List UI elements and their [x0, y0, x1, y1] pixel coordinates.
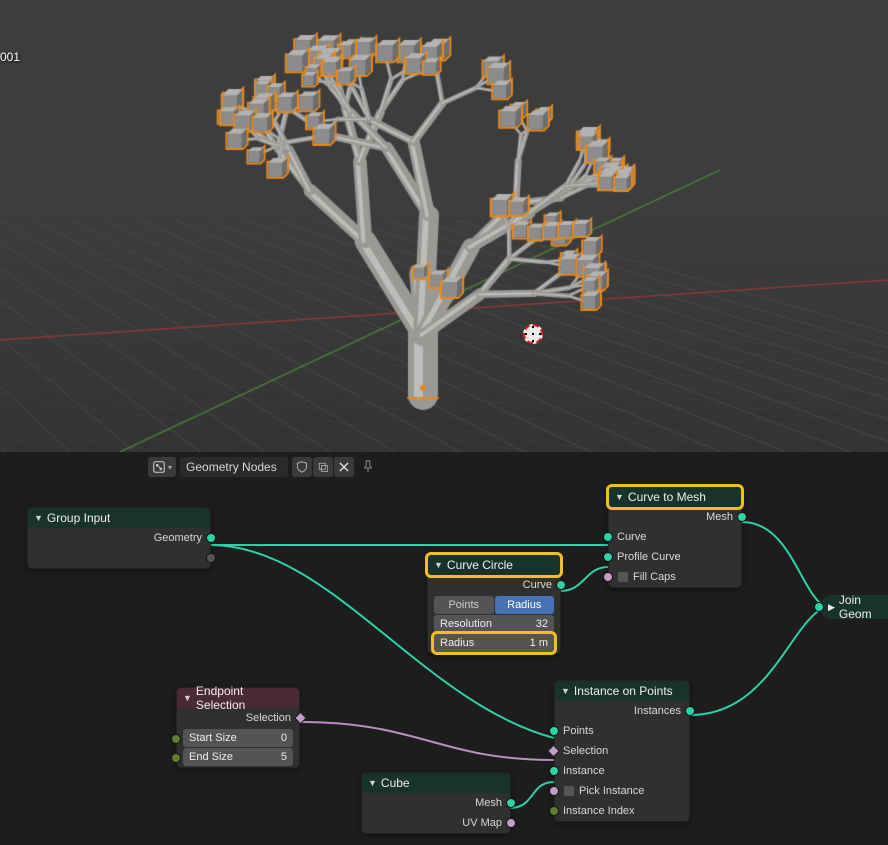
socket-geometry-in[interactable] — [814, 602, 824, 612]
socket-selection-in[interactable] — [547, 745, 560, 758]
input-profile-curve: Profile Curve — [609, 547, 741, 567]
node-header[interactable]: ▼ Curve Circle — [428, 555, 560, 575]
mode-radius-button[interactable]: Radius — [495, 596, 555, 614]
socket-curve-in[interactable] — [603, 532, 613, 542]
start-size-field[interactable]: Start Size 0 — [183, 729, 293, 747]
viewport-3d[interactable]: 001 — [0, 0, 888, 452]
socket-fillcaps-in[interactable] — [603, 572, 613, 582]
socket-selection-out[interactable] — [294, 712, 307, 725]
input-fill-caps: Fill Caps — [609, 567, 741, 587]
socket-instanceindex-in[interactable] — [549, 806, 559, 816]
input-curve: Curve — [609, 527, 741, 547]
output-selection: Selection — [177, 708, 299, 728]
node-instance-on-points[interactable]: ▼ Instance on Points Instances Points Se… — [554, 680, 690, 822]
node-header[interactable]: ▼ Group Input — [28, 508, 210, 528]
node-group-input[interactable]: ▼ Group Input Geometry — [27, 507, 211, 569]
socket-geometry-out[interactable] — [206, 533, 216, 543]
socket-mesh-out[interactable] — [737, 512, 747, 522]
socket-points-in[interactable] — [549, 726, 559, 736]
input-pick-instance: Pick Instance — [555, 781, 689, 801]
object-label: 001 — [0, 50, 20, 64]
node-title: Group Input — [47, 511, 110, 525]
node-editor[interactable]: ▾ ▼ Group Input Geometry — [0, 452, 888, 845]
close-icon — [339, 462, 349, 472]
unlink-nodetree-button[interactable] — [334, 457, 354, 477]
editor-type-dropdown[interactable]: ▾ — [148, 457, 176, 477]
pin-toggle[interactable] — [358, 457, 378, 477]
chevron-down-icon: ▼ — [561, 686, 570, 696]
node-editor-header: ▾ — [0, 452, 888, 482]
node-title: Join Geom — [839, 593, 878, 621]
socket-pickinstance-in[interactable] — [549, 786, 559, 796]
output-extend — [28, 548, 210, 568]
cursor-3d-icon — [523, 324, 543, 344]
node-join-geometry[interactable]: ▶ Join Geom — [820, 595, 888, 619]
resolution-field[interactable]: Resolution 32 — [434, 615, 554, 633]
output-curve: Curve — [428, 575, 560, 595]
node-endpoint-selection[interactable]: ▼ Endpoint Selection Selection Start Siz… — [176, 687, 300, 768]
input-selection: Selection — [555, 741, 689, 761]
input-instance-index: Instance Index — [555, 801, 689, 821]
fake-user-toggle[interactable] — [292, 457, 312, 477]
nodetree-name-input[interactable] — [180, 457, 288, 477]
chevron-down-icon: ▼ — [615, 492, 624, 502]
input-instance: Instance — [555, 761, 689, 781]
output-uvmap: UV Map — [362, 813, 510, 833]
socket-profile-in[interactable] — [603, 552, 613, 562]
node-title: Instance on Points — [574, 684, 673, 698]
socket-instance-in[interactable] — [549, 766, 559, 776]
output-instances: Instances — [555, 701, 689, 721]
socket-extend[interactable] — [206, 553, 216, 563]
input-points: Points — [555, 721, 689, 741]
chevron-down-icon: ▼ — [368, 778, 377, 788]
node-tree-icon — [152, 460, 166, 474]
socket-curve-out[interactable] — [556, 580, 566, 590]
pin-icon — [361, 460, 375, 474]
chevron-down-icon: ▼ — [183, 693, 192, 703]
node-curve-circle[interactable]: ▼ Curve Circle Curve Points Radius Resol… — [427, 554, 561, 654]
node-title: Cube — [381, 776, 410, 790]
socket-end-size-in[interactable] — [171, 753, 181, 763]
socket-start-size-in[interactable] — [171, 734, 181, 744]
node-header[interactable]: ▼ Endpoint Selection — [177, 688, 299, 708]
socket-uvmap-out[interactable] — [506, 818, 516, 828]
duplicate-nodetree-button[interactable] — [313, 457, 333, 477]
radius-field[interactable]: Radius 1 m — [434, 634, 554, 652]
socket-instances-out[interactable] — [685, 706, 695, 716]
chevron-right-icon: ▶ — [828, 602, 835, 613]
mode-points-button[interactable]: Points — [434, 596, 494, 614]
output-mesh: Mesh — [609, 507, 741, 527]
node-cube[interactable]: ▼ Cube Mesh UV Map — [361, 772, 511, 834]
chevron-down-icon: ▼ — [434, 560, 443, 570]
chevron-down-icon: ▼ — [34, 513, 43, 523]
node-header[interactable]: ▼ Curve to Mesh — [609, 487, 741, 507]
node-curve-to-mesh[interactable]: ▼ Curve to Mesh Mesh Curve Profile Curve… — [608, 486, 742, 588]
end-size-field[interactable]: End Size 5 — [183, 748, 293, 766]
node-title: Curve Circle — [447, 558, 513, 572]
pick-instance-checkbox[interactable] — [563, 785, 575, 797]
node-header[interactable]: ▼ Cube — [362, 773, 510, 793]
output-mesh: Mesh — [362, 793, 510, 813]
tree-mesh — [0, 0, 888, 452]
fill-caps-checkbox[interactable] — [617, 571, 629, 583]
socket-mesh-out[interactable] — [506, 798, 516, 808]
node-title: Curve to Mesh — [628, 490, 706, 504]
shield-icon — [296, 461, 308, 473]
node-header[interactable]: ▼ Instance on Points — [555, 681, 689, 701]
copy-icon — [317, 461, 329, 473]
output-geometry: Geometry — [28, 528, 210, 548]
